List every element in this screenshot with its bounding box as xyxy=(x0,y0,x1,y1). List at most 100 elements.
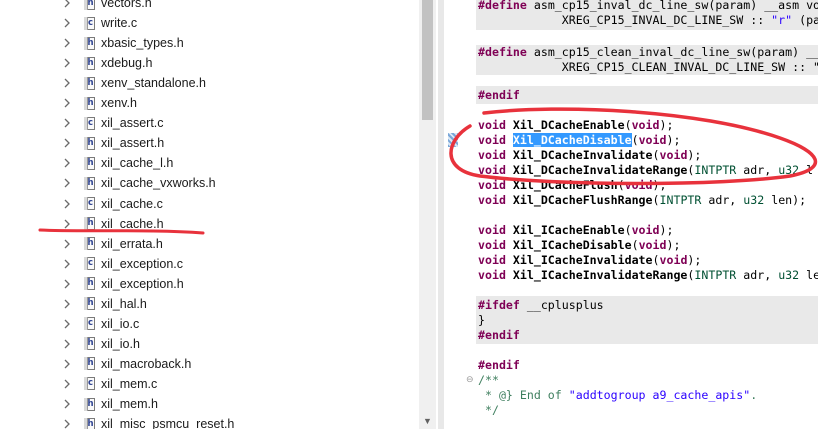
code-line: * @} End of "addtogroup a9_cache_apis". xyxy=(478,388,758,402)
code-line: XREG_CP15_CLEAN_INVAL_DC_LINE_SW :: " xyxy=(478,60,818,74)
tree-item[interactable]: h xil_errata.h xyxy=(60,234,163,254)
chevron-right-icon[interactable] xyxy=(60,136,74,150)
tree-item[interactable]: h xil_macroback.h xyxy=(60,354,191,374)
chevron-right-icon[interactable] xyxy=(60,257,74,271)
tree-item-label: xenv.h xyxy=(101,96,137,111)
tree-item-label: xil_cache.c xyxy=(101,196,163,211)
header-file-icon: h xyxy=(84,136,95,150)
tree-item[interactable]: h xenv_standalone.h xyxy=(60,73,206,93)
tree-item-label: xbasic_types.h xyxy=(101,36,184,51)
tree-item[interactable]: c xil_mem.c xyxy=(60,374,157,394)
header-file-icon: h xyxy=(84,297,95,311)
tree-item[interactable]: h xil_cache_l.h xyxy=(60,153,173,173)
tree-item-label: write.c xyxy=(101,16,138,31)
chevron-right-icon[interactable] xyxy=(60,237,74,251)
code-line: void Xil_ICacheEnable(void); xyxy=(478,223,674,237)
tree-item[interactable]: h vectors.h xyxy=(60,0,152,13)
code-line: */ xyxy=(478,403,499,417)
chevron-right-icon[interactable] xyxy=(60,277,74,291)
tree-item[interactable]: c write.c xyxy=(60,13,137,33)
chevron-right-icon[interactable] xyxy=(60,76,74,90)
tree-item-label: xdebug.h xyxy=(101,56,153,71)
chevron-right-icon[interactable] xyxy=(60,397,74,411)
tree-item[interactable]: h xil_assert.h xyxy=(60,133,164,153)
chevron-right-icon[interactable] xyxy=(60,0,74,10)
header-file-icon: h xyxy=(84,76,95,90)
code-line: void Xil_DCacheInvalidateRange(INTPTR ad… xyxy=(478,163,814,177)
header-file-icon: h xyxy=(84,156,95,170)
tree-item[interactable]: c xil_exception.c xyxy=(60,254,183,274)
tree-item[interactable]: h xil_cache.h xyxy=(60,214,164,234)
chevron-right-icon[interactable] xyxy=(60,16,74,30)
tree-item-label: xil_cache.h xyxy=(101,216,164,231)
tree-item[interactable]: c xil_cache.c xyxy=(60,194,163,214)
c-source-file-icon: c xyxy=(84,257,95,271)
header-file-icon: h xyxy=(84,176,95,190)
header-file-icon: h xyxy=(84,36,95,50)
tree-item-label: vectors.h xyxy=(101,0,152,10)
chevron-right-icon[interactable] xyxy=(60,317,74,331)
code-line: void Xil_ICacheInvalidateRange(INTPTR ad… xyxy=(478,268,818,282)
code-line: void Xil_DCacheFlushRange(INTPTR adr, u3… xyxy=(478,193,807,207)
tree-item-label: xil_assert.c xyxy=(101,116,164,131)
chevron-right-icon[interactable] xyxy=(60,156,74,170)
chevron-right-icon[interactable] xyxy=(60,116,74,130)
tree-item[interactable]: h xbasic_types.h xyxy=(60,33,184,53)
chevron-right-icon[interactable] xyxy=(60,417,74,429)
chevron-right-icon[interactable] xyxy=(60,96,74,110)
c-source-file-icon: c xyxy=(84,16,95,30)
chevron-right-icon[interactable] xyxy=(60,297,74,311)
tree-scrollbar[interactable]: ▼ xyxy=(419,0,436,429)
chevron-right-icon[interactable] xyxy=(60,217,74,231)
tree-scroll-thumb[interactable] xyxy=(422,0,433,120)
header-file-icon: h xyxy=(84,237,95,251)
code-line: #ifdef __cplusplus xyxy=(478,298,604,312)
header-file-icon: h xyxy=(84,357,95,371)
tree-item[interactable]: c xil_assert.c xyxy=(60,113,164,133)
code-editor[interactable]: #define asm_cp15_inval_dc_line_sw(param)… xyxy=(444,0,818,429)
chevron-right-icon[interactable] xyxy=(60,56,74,70)
chevron-right-icon[interactable] xyxy=(60,377,74,391)
tree-item-label: xil_mem.c xyxy=(101,376,158,391)
header-file-icon: h xyxy=(84,397,95,411)
tree-item-label: xil_hal.h xyxy=(101,296,147,311)
chevron-right-icon[interactable] xyxy=(60,197,74,211)
code-line: #define asm_cp15_inval_dc_line_sw(param)… xyxy=(478,0,818,12)
tree-item[interactable]: h xil_hal.h xyxy=(60,294,147,314)
tree-item[interactable]: h xil_mem.h xyxy=(60,394,158,414)
chevron-right-icon[interactable] xyxy=(60,176,74,190)
tree-item-label: xenv_standalone.h xyxy=(101,76,206,91)
c-source-file-icon: c xyxy=(84,116,95,130)
code-line: #endif xyxy=(478,88,520,102)
tree-item-label: xil_exception.c xyxy=(101,256,183,271)
selected-text: Xil_DCacheDisable xyxy=(512,133,632,147)
tree-item-label: xil_io.c xyxy=(101,316,140,331)
code-line: #endif xyxy=(478,328,520,342)
c-source-file-icon: c xyxy=(84,317,95,331)
header-file-icon: h xyxy=(84,337,95,351)
scroll-down-arrow-icon[interactable]: ▼ xyxy=(419,412,436,429)
tree-item[interactable]: h xil_exception.h xyxy=(60,274,184,294)
code-line: void Xil_DCacheDisable(void); xyxy=(478,133,681,147)
tree-item-label: xil_misc_psmcu_reset.h xyxy=(101,417,235,429)
header-file-icon: h xyxy=(84,217,95,231)
tree-item[interactable]: h xdebug.h xyxy=(60,53,152,73)
tree-item[interactable]: h xil_misc_psmcu_reset.h xyxy=(60,414,234,429)
chevron-right-icon[interactable] xyxy=(60,36,74,50)
tree-item-label: xil_assert.h xyxy=(101,136,165,151)
tree-item[interactable]: h xil_io.h xyxy=(60,334,140,354)
code-line: void Xil_ICacheDisable(void); xyxy=(478,238,681,252)
occurrence-marker-icon xyxy=(448,133,458,147)
tree-item-label: xil_macroback.h xyxy=(101,356,192,371)
header-file-icon: h xyxy=(84,0,95,10)
tree-item[interactable]: h xil_cache_vxworks.h xyxy=(60,173,216,193)
code-line: /** xyxy=(478,373,499,387)
editor-ruler xyxy=(444,0,456,429)
fold-toggle-icon[interactable]: ⊖ xyxy=(466,376,475,385)
tree-item[interactable]: h xenv.h xyxy=(60,93,137,113)
code-line: void Xil_DCacheEnable(void); xyxy=(478,118,674,132)
chevron-right-icon[interactable] xyxy=(60,357,74,371)
tree-item[interactable]: c xil_io.c xyxy=(60,314,139,334)
chevron-right-icon[interactable] xyxy=(60,337,74,351)
tree-item-label: xil_exception.h xyxy=(101,276,184,291)
